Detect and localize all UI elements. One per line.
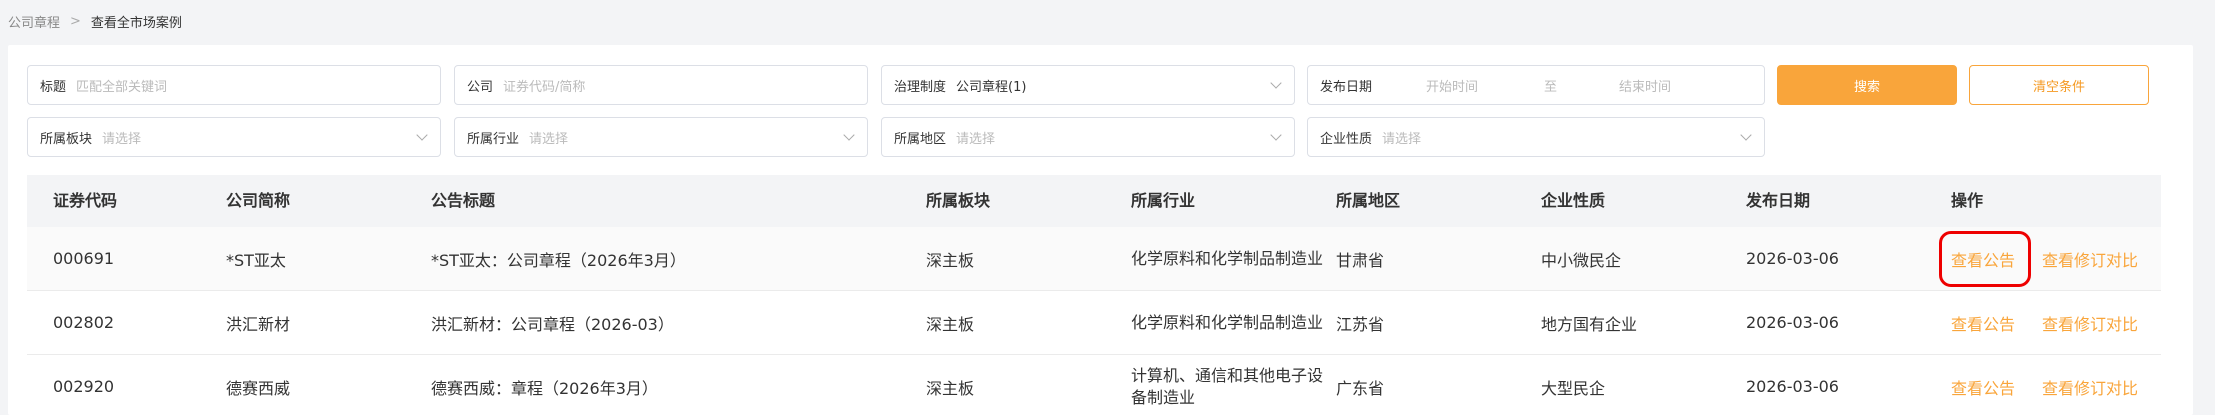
header-code: 证券代码	[53, 191, 118, 210]
cell-nature: 大型民企	[1541, 378, 1606, 398]
nature-select-label: 企业性质	[1320, 131, 1373, 147]
chevron-right-icon: >	[70, 13, 81, 29]
cell-industry: 化学原料和化学制品制造业	[1131, 312, 1324, 332]
view-announcement-link[interactable]: 查看公告	[1951, 227, 2015, 290]
table-row: 002920 德赛西威 德赛西威：章程（2026年3月） 深主板 计算机、通信和…	[27, 355, 2161, 415]
company-filter-input[interactable]: 公司 证券代码/简称	[454, 65, 868, 105]
cell-name: 德赛西威	[226, 378, 291, 398]
title-filter-label: 标题	[40, 79, 67, 95]
cell-nature: 地方国有企业	[1541, 314, 1638, 334]
title-filter-placeholder: 匹配全部关键词	[76, 79, 168, 95]
header-actions: 操作	[1951, 191, 1984, 210]
cell-board: 深主板	[926, 250, 975, 270]
nature-select[interactable]: 企业性质 请选择	[1307, 117, 1765, 157]
header-name: 公司简称	[226, 191, 291, 210]
clear-filters-button[interactable]: 清空条件	[1969, 65, 2149, 105]
chevron-down-icon	[1270, 129, 1282, 141]
chevron-down-icon	[843, 129, 855, 141]
title-filter-input[interactable]: 标题 匹配全部关键词	[27, 65, 441, 105]
end-date-input[interactable]: 结束时间	[1619, 76, 1671, 95]
region-select-label: 所属地区	[894, 131, 947, 147]
industry-select-label: 所属行业	[467, 131, 520, 147]
view-announcement-link[interactable]: 查看公告	[1951, 291, 2015, 354]
industry-select[interactable]: 所属行业 请选择	[454, 117, 868, 157]
industry-select-placeholder: 请选择	[529, 131, 569, 147]
chevron-down-icon	[416, 129, 428, 141]
search-button[interactable]: 搜索	[1777, 65, 1957, 105]
table-row: 000691 *ST亚太 *ST亚太：公司章程（2026年3月） 深主板 化学原…	[27, 227, 2161, 291]
company-filter-label: 公司	[467, 79, 494, 95]
cell-code: 000691	[53, 249, 115, 268]
company-filter-placeholder: 证券代码/简称	[503, 79, 586, 95]
header-nature: 企业性质	[1541, 191, 1606, 210]
governance-select-value: 公司章程(1)	[956, 79, 1027, 95]
cell-title: *ST亚太：公司章程（2026年3月）	[431, 250, 686, 270]
breadcrumb: 公司章程 > 查看全市场案例	[8, 10, 182, 32]
cell-nature: 中小微民企	[1541, 250, 1622, 270]
cell-date: 2026-03-06	[1746, 249, 1839, 268]
cell-board: 深主板	[926, 314, 975, 334]
board-select[interactable]: 所属板块 请选择	[27, 117, 441, 157]
chevron-down-icon	[1740, 129, 1752, 141]
cell-industry: 化学原料和化学制品制造业	[1131, 248, 1324, 268]
board-select-placeholder: 请选择	[102, 131, 142, 147]
table-row: 002802 洪汇新材 洪汇新材：公司章程（2026-03） 深主板 化学原料和…	[27, 291, 2161, 355]
cell-date: 2026-03-06	[1746, 377, 1839, 396]
cell-region: 江苏省	[1336, 314, 1385, 334]
breadcrumb-parent[interactable]: 公司章程	[8, 12, 60, 31]
view-revision-compare-link[interactable]: 查看修订对比	[2042, 227, 2138, 290]
view-revision-compare-link[interactable]: 查看修订对比	[2042, 291, 2138, 354]
governance-select[interactable]: 治理制度 公司章程(1)	[881, 65, 1295, 105]
cell-name: *ST亚太	[226, 250, 286, 270]
cell-board: 深主板	[926, 378, 975, 398]
publish-date-label: 发布日期	[1320, 79, 1373, 95]
breadcrumb-current: 查看全市场案例	[90, 15, 182, 31]
header-title: 公告标题	[431, 191, 496, 210]
start-date-input[interactable]: 开始时间	[1426, 76, 1478, 95]
board-select-label: 所属板块	[40, 131, 93, 147]
cell-region: 甘肃省	[1336, 250, 1385, 270]
table-header: 证券代码 公司简称 公告标题 所属板块 所属行业 所属地区 企业性质 发布日期 …	[27, 175, 2161, 227]
page: 公司章程 > 查看全市场案例 标题 匹配全部关键词 公司 证券代码/简称 治理制…	[0, 0, 2215, 415]
date-range-separator: 至	[1544, 79, 1558, 95]
view-revision-compare-link[interactable]: 查看修订对比	[2042, 355, 2138, 415]
publish-date-range[interactable]: 发布日期 开始时间 至 结束时间	[1307, 65, 1765, 105]
cell-code: 002802	[53, 313, 115, 332]
cell-industry: 计算机、通信和其他电子设备制造业	[1131, 365, 1324, 407]
header-region: 所属地区	[1336, 191, 1401, 210]
nature-select-placeholder: 请选择	[1382, 131, 1422, 147]
cell-name: 洪汇新材	[226, 314, 291, 334]
region-select-placeholder: 请选择	[956, 131, 996, 147]
header-board: 所属板块	[926, 191, 991, 210]
results-table: 证券代码 公司简称 公告标题 所属板块 所属行业 所属地区 企业性质 发布日期 …	[27, 175, 2161, 415]
header-industry: 所属行业	[1131, 191, 1196, 210]
cell-code: 002920	[53, 377, 115, 396]
governance-select-label: 治理制度	[894, 79, 947, 95]
cell-date: 2026-03-06	[1746, 313, 1839, 332]
cell-region: 广东省	[1336, 378, 1385, 398]
cell-title: 洪汇新材：公司章程（2026-03）	[431, 314, 674, 334]
header-date: 发布日期	[1746, 191, 1811, 210]
chevron-down-icon	[1270, 77, 1282, 89]
region-select[interactable]: 所属地区 请选择	[881, 117, 1295, 157]
cell-title: 德赛西威：章程（2026年3月）	[431, 378, 658, 398]
view-announcement-link[interactable]: 查看公告	[1951, 355, 2015, 415]
